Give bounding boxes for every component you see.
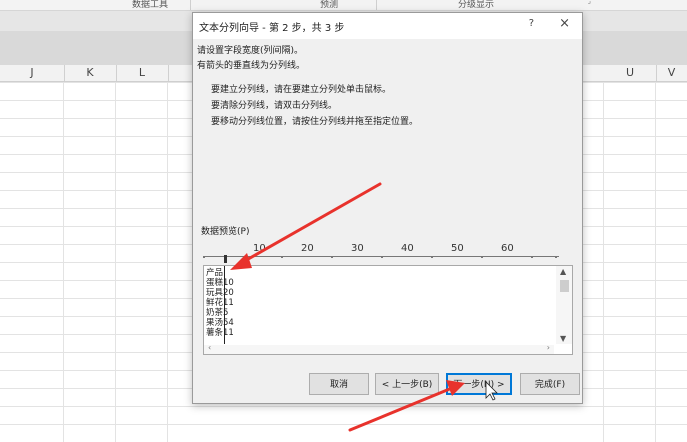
preview-row: 产品 [206,268,224,278]
ruler-tick-label: 20 [301,243,314,254]
scroll-down-icon[interactable]: ▼ [560,334,566,343]
column-header[interactable]: J [0,65,65,81]
scroll-thumb[interactable] [560,280,569,292]
ribbon-separator [190,0,191,10]
column-header-u[interactable]: U [626,66,634,79]
column-header[interactable]: U [604,65,657,81]
ruler-dot [431,256,433,258]
help-button[interactable]: ? [529,18,534,29]
grid-line [167,82,168,442]
instruction-create: 要建立分列线，请在要建立分列处单击鼠标。 [211,85,392,95]
ruler-tick-label: 60 [501,243,514,254]
finish-button[interactable]: 完成(F) [520,373,580,395]
grid-line [115,82,116,442]
ruler-tick-label: 50 [451,243,464,254]
back-button[interactable]: < 上一步(B) [375,373,439,395]
ribbon-group-labels: 数据工具 预测 分级显示 ⌟ [0,0,687,11]
ribbon-group-data-tools: 数据工具 [132,0,169,10]
instruction-clear: 要清除分列线，请双击分列线。 [211,101,338,111]
column-break-arrow-icon[interactable] [224,255,227,263]
instruction-move: 要移动分列线位置，请按住分列线并拖至指定位置。 [211,117,419,127]
column-header[interactable]: K [64,65,117,81]
column-header-k[interactable]: K [86,66,93,79]
scroll-left-icon[interactable]: ‹ [208,343,211,352]
preview-row: 玩具20 [206,288,234,298]
ruler-dot [381,256,383,258]
ribbon-group-outline: 分级显示 [458,0,495,10]
ruler-tick-label: 40 [401,243,414,254]
column-header[interactable]: V [656,65,687,81]
grid-line [655,82,656,442]
ruler-dot [531,256,533,258]
column-header-v[interactable]: V [668,66,676,79]
grid-line [603,82,604,442]
scroll-right-icon[interactable]: › [547,343,550,352]
column-header-j[interactable]: J [30,66,33,79]
close-button[interactable]: × [559,16,570,31]
preview-row: 果汤54 [206,318,234,328]
dialog-title: 文本分列向导 - 第 2 步，共 3 步 [199,23,345,34]
grid-line [63,82,64,442]
dialog-launcher-icon[interactable]: ⌟ [588,0,591,5]
dialog-titlebar[interactable]: 文本分列向导 - 第 2 步，共 3 步 ? × [193,13,582,39]
ruler-dot [481,256,483,258]
ribbon-separator [376,0,377,10]
ruler-dot [331,256,333,258]
preview-vertical-scrollbar[interactable]: ▲ ▼ [556,266,572,344]
preview-row: 鲜花11 [206,298,234,308]
ruler-tick-label: 30 [351,243,364,254]
cancel-button[interactable]: 取消 [309,373,369,395]
preview-row: 奶茶5 [206,308,229,318]
column-header-l[interactable]: L [139,66,145,79]
ribbon-group-forecast: 预测 [320,0,339,10]
ruler-dot [555,256,557,258]
next-button[interactable]: 下一步(N) > [446,373,512,395]
column-ruler[interactable]: 10 20 30 40 50 60 [203,243,559,261]
text-to-columns-dialog: 文本分列向导 - 第 2 步，共 3 步 ? × 请设置字段宽度(列间隔)。 有… [192,12,583,404]
intro-text-line2: 有箭头的垂直线为分列线。 [197,61,306,71]
ruler-tick-label: 10 [253,243,266,254]
preview-row: 蛋糕10 [206,278,234,288]
scroll-up-icon[interactable]: ▲ [560,267,566,276]
preview-horizontal-scrollbar[interactable]: ‹ › [204,343,554,354]
ruler-dot [203,256,205,258]
preview-row: 薯条11 [206,328,234,338]
data-preview-content[interactable]: 产品 蛋糕10 玩具20 鲜花11 奶茶5 果汤54 薯条11 [204,266,554,344]
intro-text-line1: 请设置字段宽度(列间隔)。 [197,46,304,56]
column-header[interactable]: L [116,65,169,81]
data-preview-label: 数据预览(P) [201,227,250,237]
data-preview-box[interactable]: 产品 蛋糕10 玩具20 鲜花11 奶茶5 果汤54 薯条11 ▲ ▼ ‹ › [203,265,573,355]
ruler-dot [281,256,283,258]
